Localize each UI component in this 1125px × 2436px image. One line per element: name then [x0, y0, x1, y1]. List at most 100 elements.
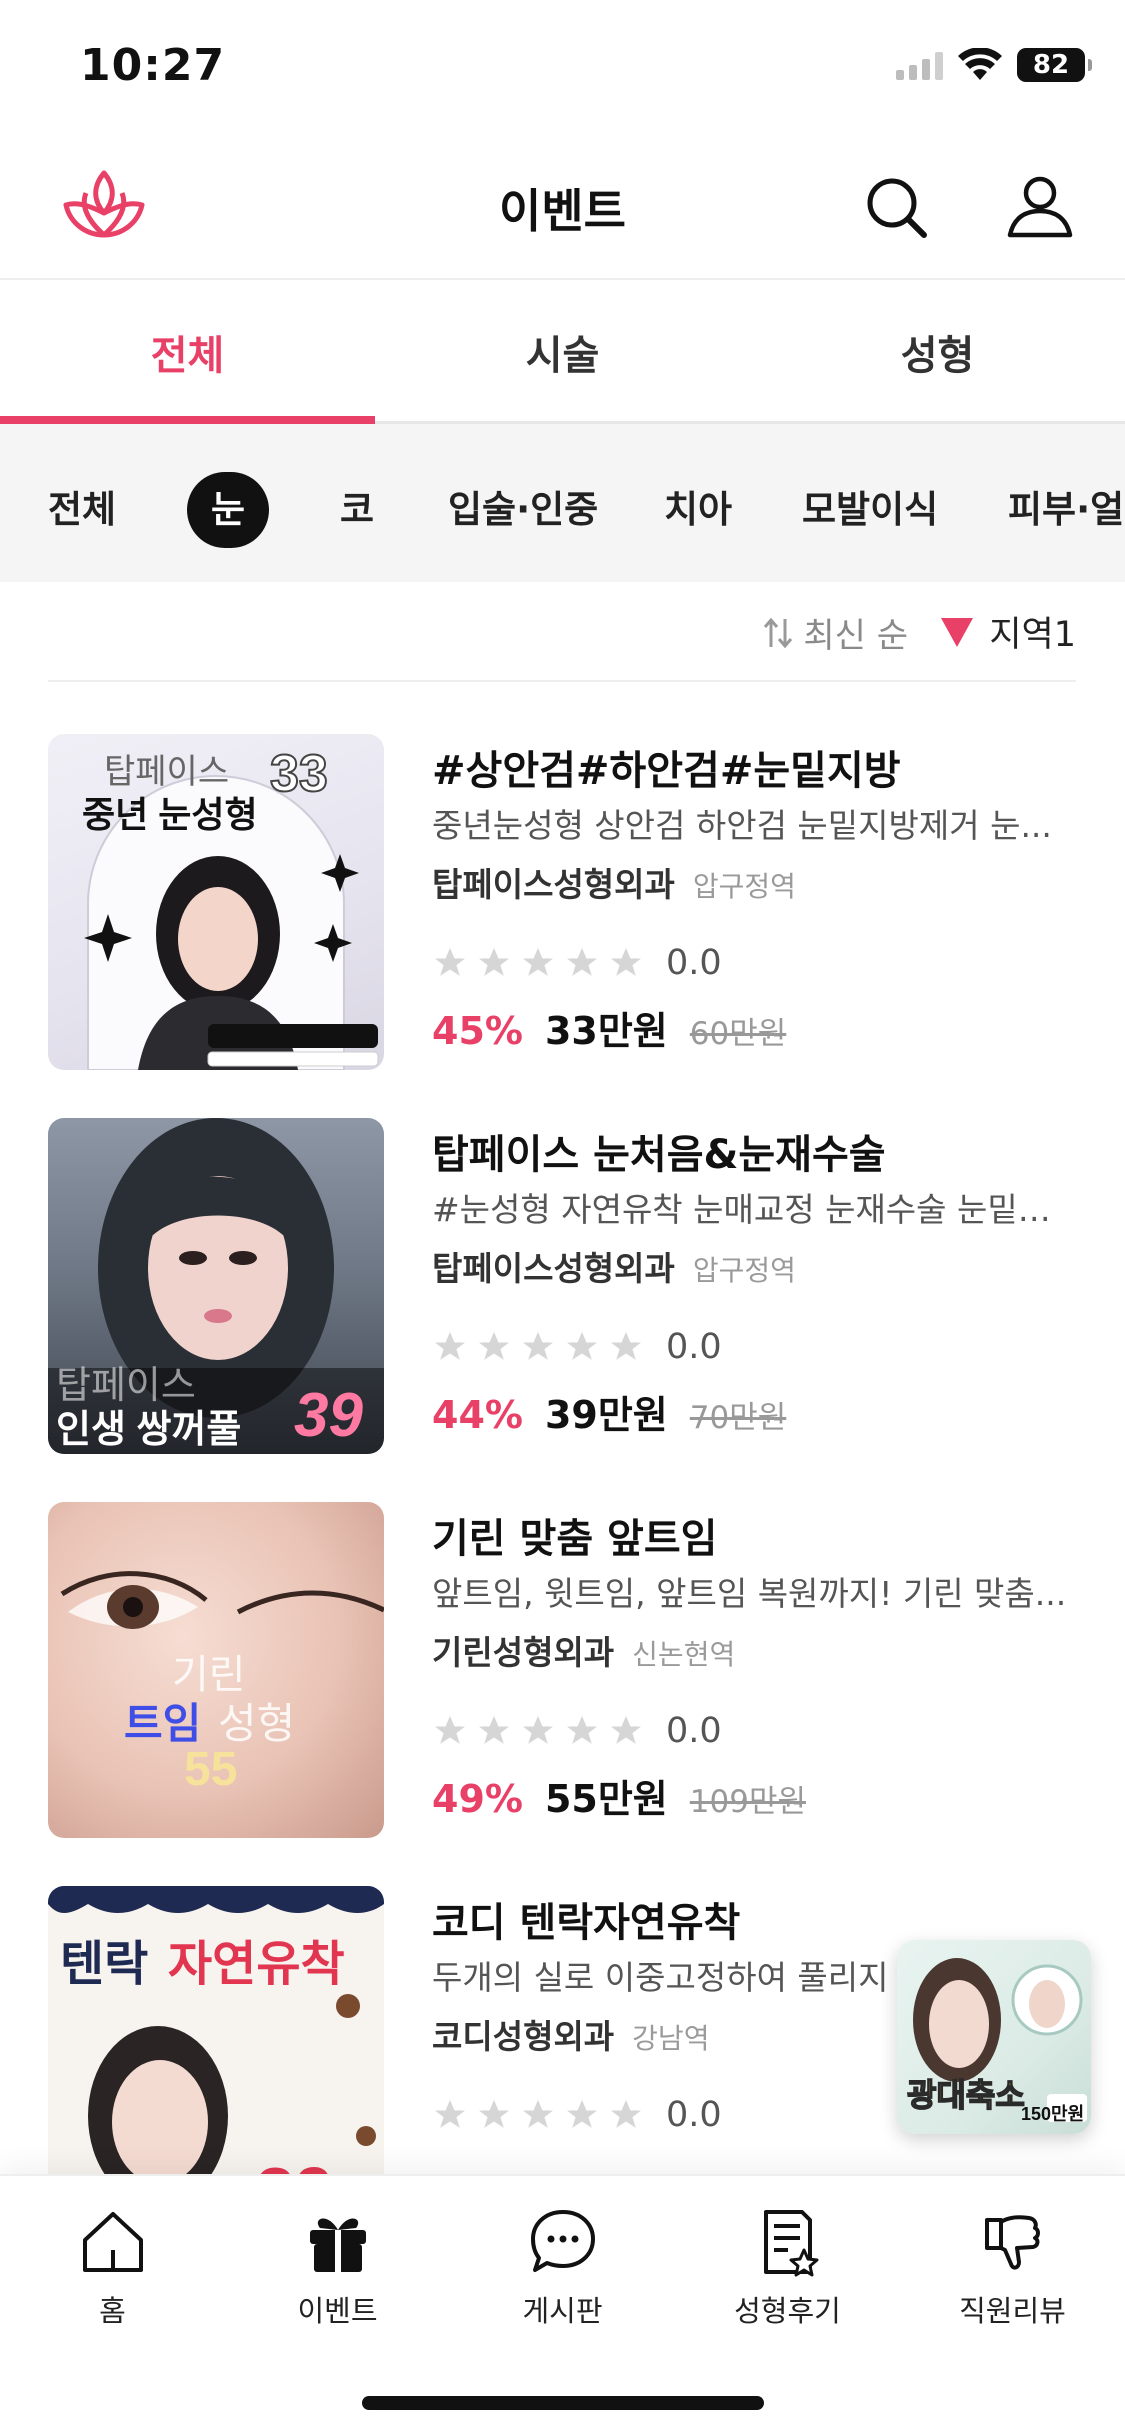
status-icons: 82 [896, 48, 1092, 82]
category-chip-eye[interactable]: 눈 [187, 472, 269, 548]
thumb-number: 33 [269, 744, 329, 804]
ad-text: 광대축소 [906, 2076, 1025, 2114]
star-icon [567, 1716, 597, 1744]
event-thumbnail: 텐락 자연유착 39 [48, 1886, 384, 2174]
sort-label: 최신 순 [803, 616, 908, 656]
rating-value: 0.0 [666, 943, 722, 983]
nav-home[interactable]: 홈 [0, 2206, 225, 2330]
app-header: 이벤트 [0, 135, 1125, 280]
event-card[interactable]: 기린 트임 성형 55 기린 맞춤 앞트임 앞트임, 윗트임, 앞트임 복원까지… [48, 1502, 1078, 1838]
sale-price: 39만원 [544, 1393, 668, 1437]
thumb-number: 39 [256, 2152, 334, 2174]
status-bar: 10:27 82 [0, 0, 1125, 135]
hospital-name: 코디성형외과 [432, 2017, 615, 2056]
nav-events[interactable]: 이벤트 [225, 2206, 450, 2330]
star-icon [435, 1716, 465, 1744]
thumb-number: 55 [184, 1743, 238, 1796]
price-row: 49% 55만원 109만원 [432, 1774, 1072, 1827]
price-row: 45% 33만원 60만원 [432, 1006, 1072, 1059]
event-thumbnail: 탑페이스 중년 눈성형 33 [48, 734, 384, 1070]
star-icon [523, 1716, 553, 1744]
thumbs-down-icon [984, 2215, 1040, 2270]
battery-indicator: 82 [1017, 48, 1092, 82]
sale-price: 33만원 [544, 1009, 668, 1053]
floating-ad-banner[interactable]: 광대축소 150만원 [897, 1940, 1091, 2134]
hospital-name: 탑페이스성형외과 [432, 865, 675, 904]
discount-rate: 49% [432, 1777, 523, 1821]
hospital-location: 압구정역 [692, 1254, 796, 1287]
nav-board[interactable]: 게시판 [450, 2206, 675, 2330]
event-description: 중년눈성형 상안검 하안검 눈밑지방제거 눈... [432, 806, 1052, 845]
original-price: 60만원 [689, 1016, 787, 1052]
event-thumbnail: 탑페이스 인생 쌍꺼풀 39 [48, 1118, 384, 1454]
event-description: 앞트임, 윗트임, 앞트임 복원까지! 기린 맞춤... [432, 1574, 1067, 1613]
star-icon [435, 1332, 465, 1360]
nav-board-label: 게시판 [522, 2294, 603, 2328]
category-chip-skin-face[interactable]: 피부·얼굴 [1008, 472, 1125, 548]
rating-row: 0.0 [432, 1324, 1072, 1370]
tab-procedure[interactable]: 시술 [375, 282, 750, 421]
event-hospital-row: 탑페이스성형외과 압구정역 [432, 862, 1072, 914]
rating-row: 0.0 [432, 1708, 1072, 1754]
user-icon[interactable] [1002, 169, 1078, 245]
sort-button[interactable]: 최신 순 [761, 608, 908, 657]
nav-reviews[interactable]: 성형후기 [675, 2206, 900, 2330]
star-icon [479, 2100, 509, 2128]
region-label: 지역1 [989, 615, 1076, 655]
star-icon [479, 948, 509, 976]
star-icon [567, 2100, 597, 2128]
category-chip-lips[interactable]: 입술·인중 [448, 472, 598, 548]
rating-value: 0.0 [666, 2095, 722, 2135]
star-icon [611, 1332, 641, 1360]
event-description: #눈성형 자연유착 눈매교정 눈재수술 눈밑지... [432, 1190, 1072, 1229]
thumb-caption-main: 텐락 [60, 1938, 149, 1991]
search-icon[interactable] [858, 169, 934, 245]
wifi-icon [958, 48, 1002, 80]
star-icon [523, 948, 553, 976]
filter-funnel-icon [941, 617, 974, 647]
category-chip-nose[interactable]: 코 [340, 472, 374, 548]
event-card[interactable]: 탑페이스 인생 쌍꺼풀 39 탑페이스 눈처음&눈재수술 #눈성형 자연유착 눈… [48, 1118, 1078, 1454]
hospital-location: 강남역 [632, 2022, 710, 2055]
star-icon [479, 1716, 509, 1744]
hospital-name: 기린성형외과 [432, 1633, 615, 1672]
price-row: 44% 39만원 70만원 [432, 1390, 1072, 1443]
hospital-location: 신논현역 [632, 1638, 736, 1671]
star-icon [611, 948, 641, 976]
event-hospital-row: 기린성형외과 신논현역 [432, 1630, 1072, 1682]
star-icon [567, 1332, 597, 1360]
thumb-caption-accent: 자연유착 [168, 1938, 345, 1991]
hospital-name: 탑페이스성형외과 [432, 1249, 675, 1288]
star-icon [435, 948, 465, 976]
home-indicator[interactable] [362, 2396, 764, 2410]
discount-rate: 44% [432, 1393, 523, 1437]
thumb-caption-main: 인생 쌍꺼풀 [56, 1409, 242, 1451]
category-chip-teeth[interactable]: 치아 [664, 472, 732, 548]
nav-staff-reviews[interactable]: 직원리뷰 [900, 2206, 1125, 2330]
category-chip-all[interactable]: 전체 [48, 472, 116, 548]
chat-bubble-icon [530, 2210, 595, 2272]
event-thumbnail: 기린 트임 성형 55 [48, 1502, 384, 1838]
sort-arrows-icon [764, 617, 793, 648]
event-title: #상안검#하안검#눈밑지방 [432, 748, 901, 794]
rating-row: 0.0 [432, 940, 1072, 986]
star-icon [567, 948, 597, 976]
star-icon [523, 1332, 553, 1360]
nav-home-label: 홈 [99, 2294, 126, 2328]
main-tabs: 전체 시술 성형 [0, 282, 1125, 424]
status-time: 10:27 [80, 40, 226, 91]
thumb-number: 39 [294, 1381, 363, 1450]
category-chip-hair-transplant[interactable]: 모발이식 [802, 472, 938, 548]
nav-staff-reviews-label: 직원리뷰 [959, 2294, 1066, 2328]
hospital-location: 압구정역 [692, 870, 796, 903]
region-filter-button[interactable]: 지역1 [939, 606, 1076, 657]
sale-price: 55만원 [544, 1777, 668, 1821]
star-icon [523, 2100, 553, 2128]
page-title: 이벤트 [499, 184, 626, 238]
event-card[interactable]: 탑페이스 중년 눈성형 33 #상안검#하안검#눈밑지방 중년눈성형 상안검 하… [48, 734, 1078, 1070]
thumb-caption-main: 중년 눈성형 [82, 794, 258, 835]
category-filter-bar: 전체 눈 코 입술·인중 치아 모발이식 피부·얼굴 [0, 424, 1125, 582]
home-icon [82, 2212, 143, 2272]
tab-surgery[interactable]: 성형 [750, 282, 1125, 421]
tab-all[interactable]: 전체 [0, 282, 375, 424]
